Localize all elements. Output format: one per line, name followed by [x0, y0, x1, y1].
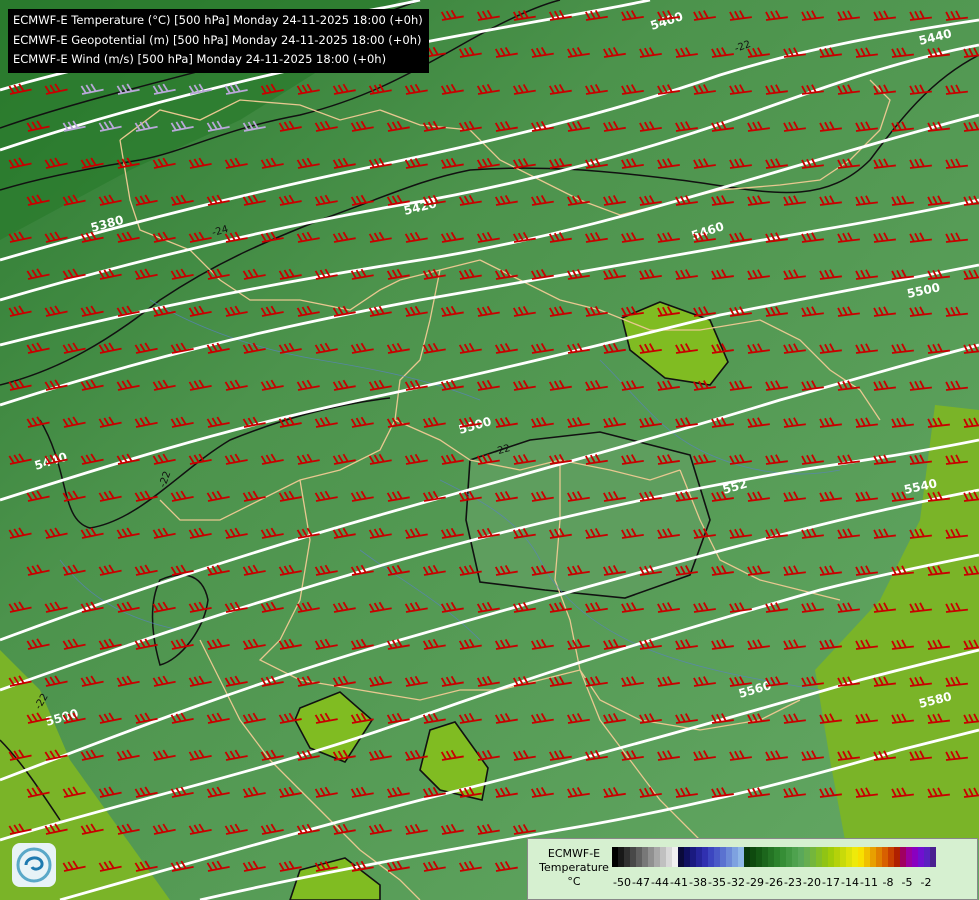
legend-tick-label: -23	[784, 876, 802, 889]
legend-tick-label: -32	[727, 876, 745, 889]
legend-swatch	[930, 847, 936, 867]
legend-tick-label: -26	[765, 876, 783, 889]
temperature-legend: ECMWF-E Temperature °C -50 -47 -44 -41 -38 -3…	[527, 838, 978, 900]
legend-tick-label: -11	[860, 876, 878, 889]
title-geopotential: ECMWF-E Geopotential (m) [500 hPa] Monda…	[13, 32, 422, 47]
legend-tick-label: -8	[882, 876, 894, 889]
legend-title: ECMWF-E Temperature °C	[534, 847, 614, 889]
map-title-box: ECMWF-E Temperature (°C) [500 hPa] Monda…	[8, 9, 429, 73]
legend-tick-label: -35	[708, 876, 726, 889]
legend-title-variable: Temperature	[539, 861, 609, 874]
legend-tick-label: -20	[803, 876, 821, 889]
title-temperature: ECMWF-E Temperature (°C) [500 hPa] Monda…	[13, 13, 423, 27]
legend-tick-label: -14	[841, 876, 859, 889]
legend-tick-label: -44	[651, 876, 669, 889]
legend-tick-label: -2	[920, 876, 932, 889]
legend-tick-label: -41	[670, 876, 688, 889]
weather-map: 5400 5440 5380 5420 5460 5500 5440 5500 …	[0, 0, 979, 900]
legend-tick-label: -47	[632, 876, 650, 889]
legend-tick-label: -5	[901, 876, 913, 889]
legend-tick-label: -17	[822, 876, 840, 889]
legend-tick-label: -38	[689, 876, 707, 889]
legend-color-scale	[612, 847, 936, 867]
ecmwf-logo-icon	[12, 843, 56, 887]
legend-title-unit: °C	[567, 875, 581, 888]
title-wind: ECMWF-E Wind (m/s) [500 hPa] Monday 24-1…	[13, 52, 387, 66]
legend-title-model: ECMWF-E	[547, 847, 601, 860]
legend-tick-label: -29	[746, 876, 764, 889]
legend-tick-label: -50	[613, 876, 631, 889]
